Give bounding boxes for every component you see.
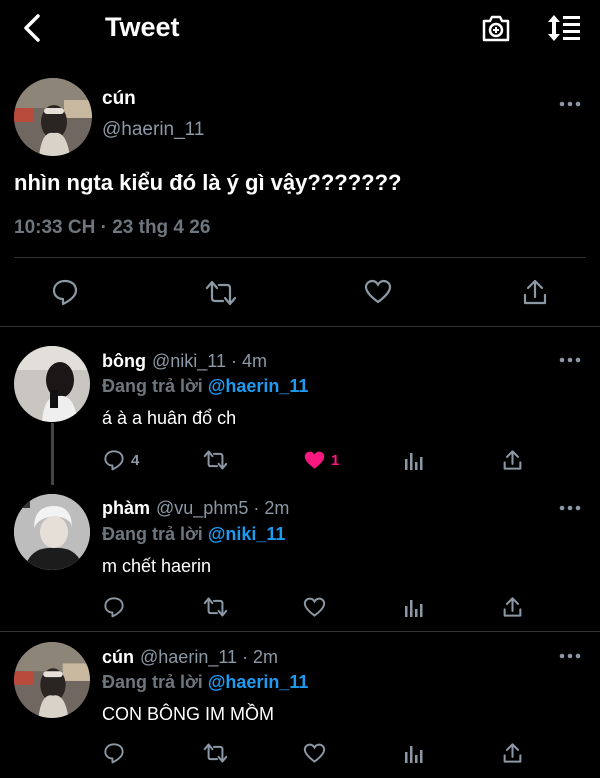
avatar[interactable] <box>14 346 90 422</box>
more-options-icon[interactable] <box>558 355 582 365</box>
reply-icon[interactable] <box>51 278 79 306</box>
analytics-icon[interactable] <box>404 598 424 618</box>
more-options-icon[interactable] <box>558 99 582 109</box>
reply-author-name[interactable]: bông <box>102 351 146 371</box>
avatar[interactable] <box>14 642 90 718</box>
reply-author[interactable]: bông @niki_11 · 4m <box>102 351 267 372</box>
author-name[interactable]: cún <box>102 88 136 110</box>
reply-text: CON BÔNG IM MỒM <box>102 704 274 724</box>
mention-link[interactable]: @niki_11 <box>208 524 286 544</box>
divider <box>14 257 586 258</box>
more-options-icon[interactable] <box>558 651 582 661</box>
share-icon[interactable] <box>522 278 548 306</box>
analytics-icon[interactable] <box>404 451 424 471</box>
reply-icon[interactable] <box>103 449 125 471</box>
page-title: Tweet <box>105 12 180 42</box>
replying-to: Đang trả lời @niki_11 <box>102 524 286 544</box>
sort-replies-icon[interactable] <box>546 13 582 43</box>
reply-text: m chết haerin <box>102 556 212 576</box>
reply-meta: @haerin_11 · 2m <box>140 647 279 667</box>
analytics-icon[interactable] <box>404 744 424 764</box>
reply-author-name[interactable]: phàm <box>102 498 150 518</box>
reply-author[interactable]: phàm @vu_phm5 · 2m <box>102 498 289 519</box>
reply-meta: @niki_11 · 4m <box>151 351 267 371</box>
divider <box>0 631 600 632</box>
share-icon[interactable] <box>502 596 523 618</box>
tweet-timestamp[interactable]: 10:33 CH · 23 thg 4 26 <box>14 217 210 239</box>
reply-meta: @vu_phm5 · 2m <box>156 498 290 518</box>
reply-count: 4 <box>131 452 140 469</box>
like-icon[interactable] <box>303 597 326 618</box>
like-icon[interactable] <box>364 279 392 305</box>
reply-icon[interactable] <box>103 742 125 764</box>
like-count: 1 <box>331 452 340 469</box>
like-icon[interactable] <box>303 743 326 764</box>
thread-line <box>51 423 54 485</box>
reply-author-name[interactable]: cún <box>102 647 134 667</box>
mention-link[interactable]: @haerin_11 <box>208 672 309 692</box>
reply-text: á à a huân đổ ch <box>102 408 237 428</box>
share-icon[interactable] <box>502 742 523 764</box>
avatar[interactable] <box>14 494 90 570</box>
share-icon[interactable] <box>502 449 523 471</box>
avatar[interactable] <box>14 78 92 156</box>
liked-heart-icon[interactable] <box>303 450 326 471</box>
top-bar: Tweet <box>0 0 600 56</box>
replying-to: Đang trả lời @haerin_11 <box>102 376 309 396</box>
more-options-icon[interactable] <box>558 503 582 513</box>
mention-link[interactable]: @haerin_11 <box>208 376 309 396</box>
retweet-icon[interactable] <box>203 743 228 763</box>
author-handle[interactable]: @haerin_11 <box>102 119 204 141</box>
reply-icon[interactable] <box>103 596 125 618</box>
back-arrow-icon[interactable] <box>18 12 48 44</box>
reply-author[interactable]: cún @haerin_11 · 2m <box>102 647 278 668</box>
retweet-icon[interactable] <box>203 597 228 617</box>
retweet-icon[interactable] <box>203 450 228 470</box>
divider <box>0 326 600 327</box>
retweet-icon[interactable] <box>205 280 237 306</box>
tweet-text: nhìn ngta kiểu đó là ý gì vậy??????? <box>14 170 402 195</box>
camera-add-icon[interactable] <box>481 13 511 43</box>
replying-to: Đang trả lời @haerin_11 <box>102 672 309 692</box>
